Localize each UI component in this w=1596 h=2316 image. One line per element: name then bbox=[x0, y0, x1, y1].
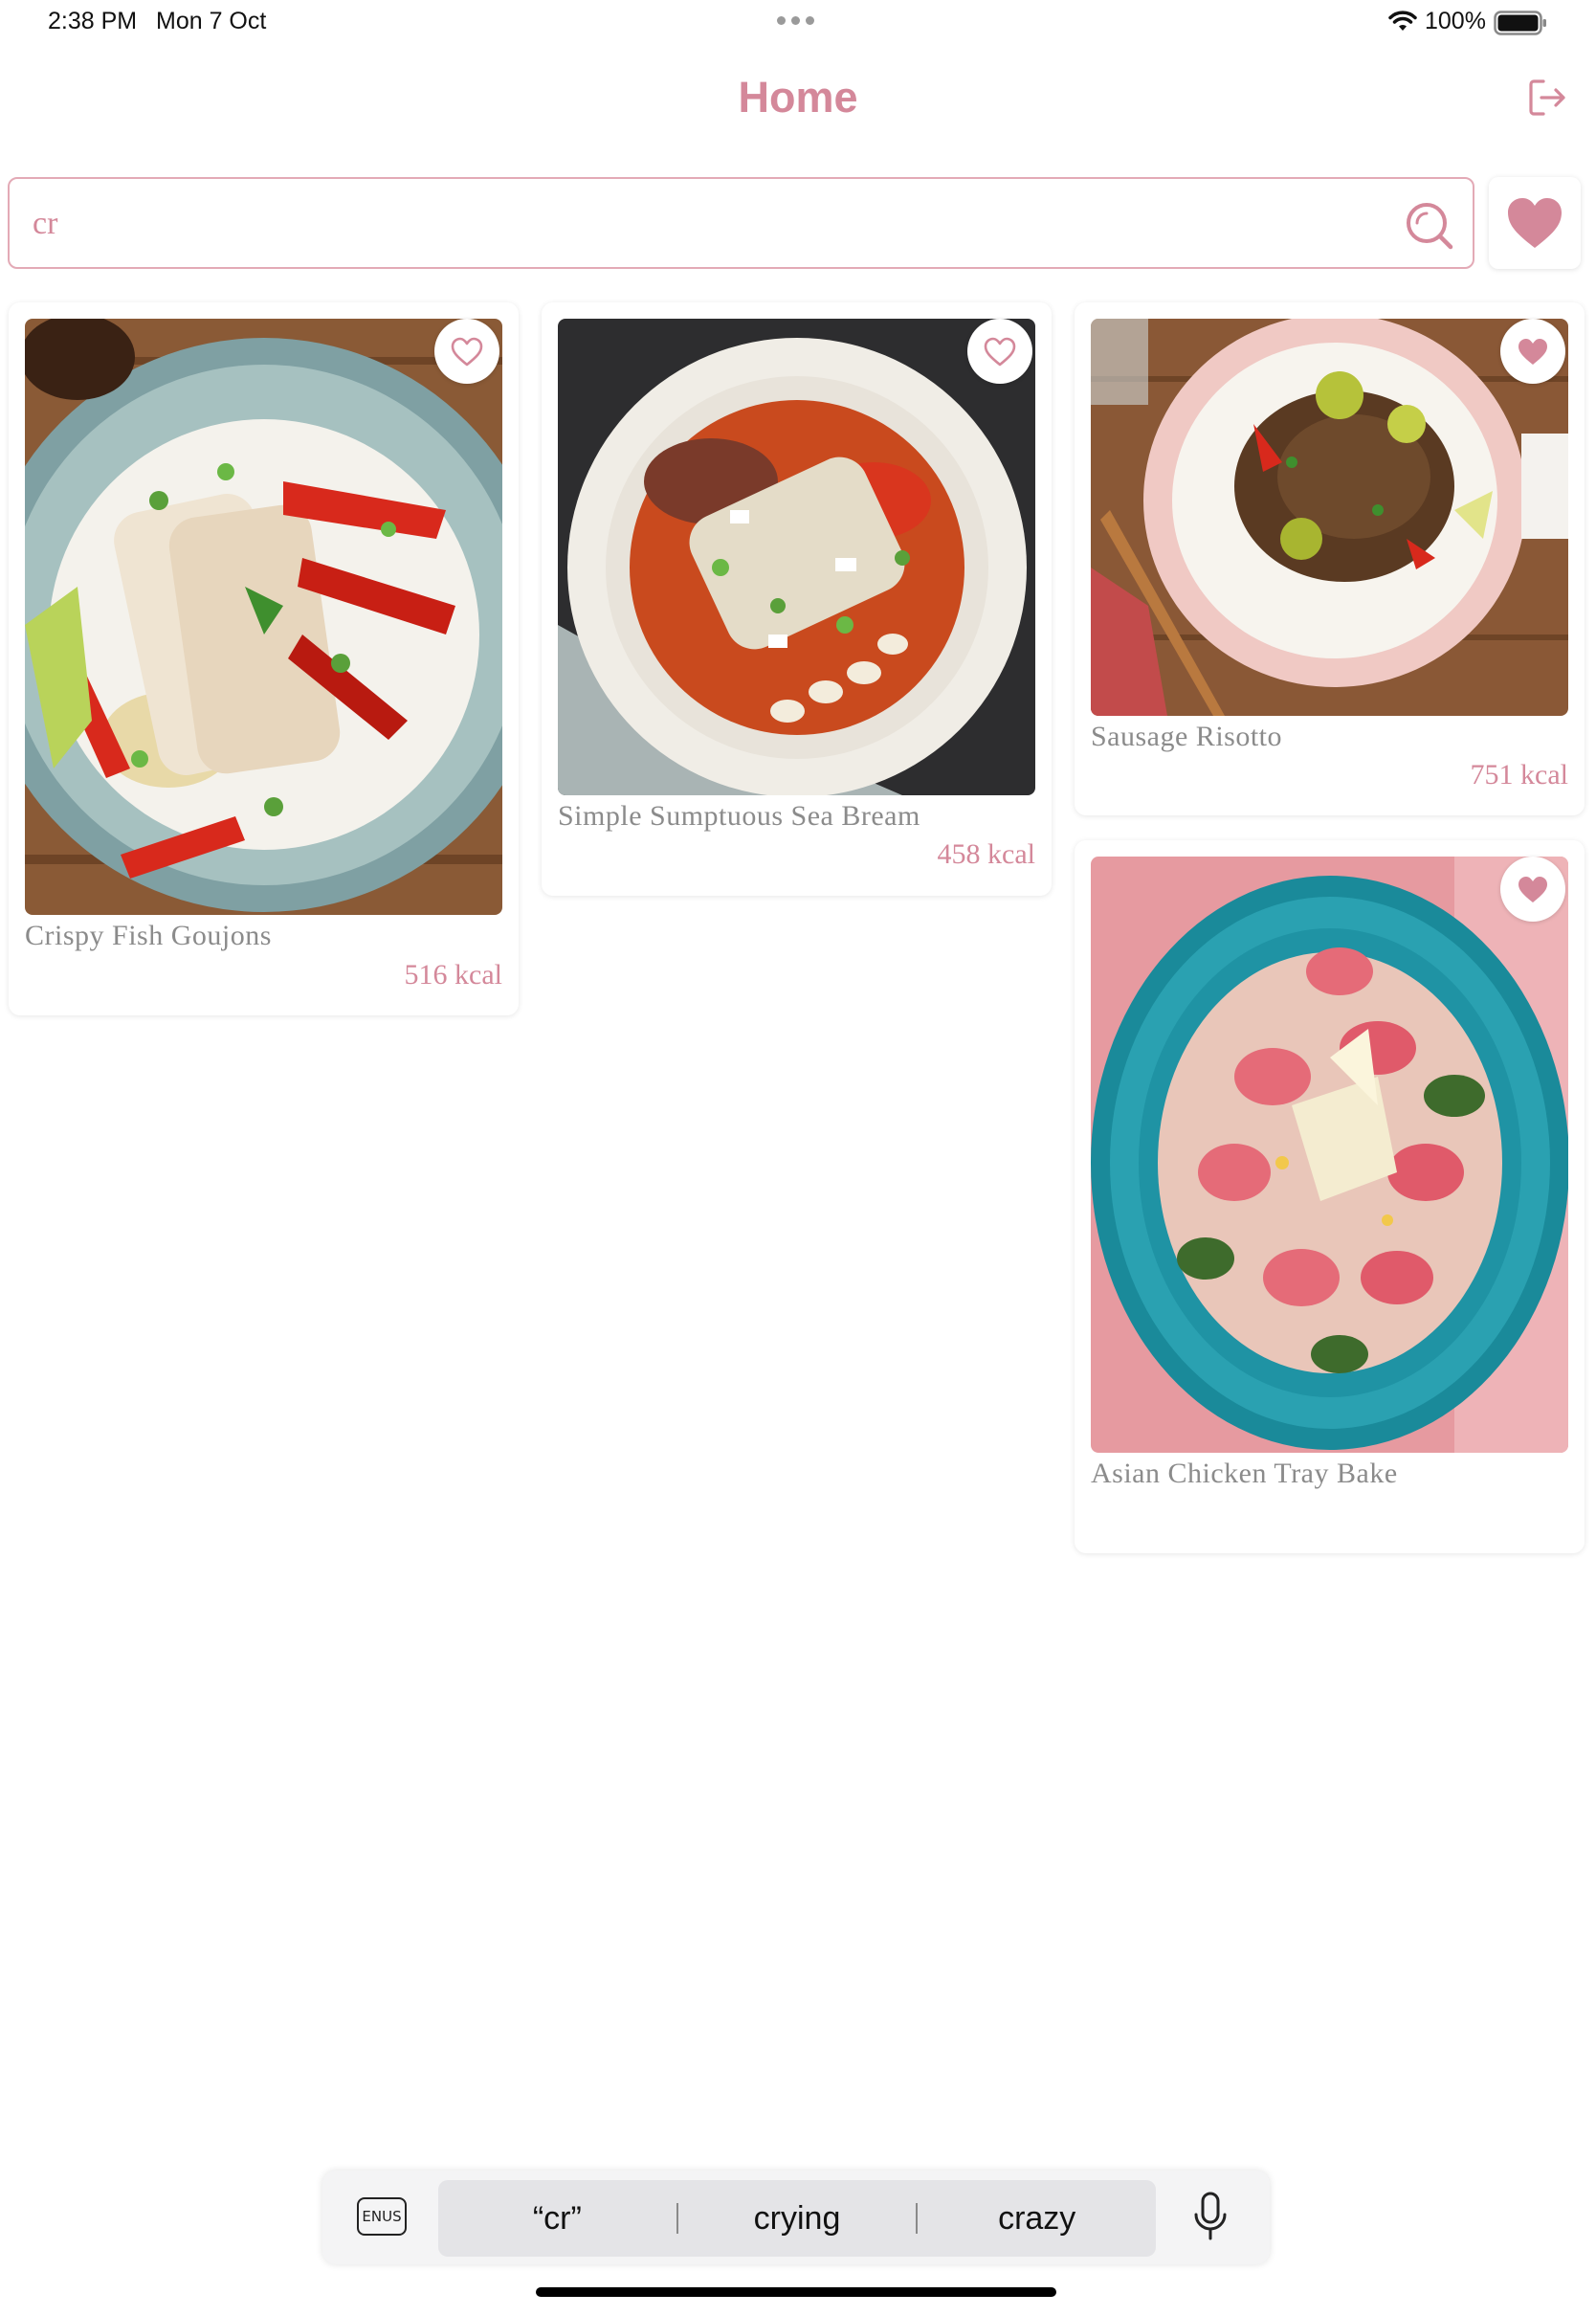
recipe-image bbox=[1091, 319, 1568, 716]
status-bar: 2:38 PM Mon 7 Oct 100% bbox=[0, 0, 1596, 46]
wifi-icon bbox=[1388, 11, 1417, 31]
suggestion-word[interactable]: crying bbox=[678, 2180, 917, 2257]
recipe-kcal: 516 kcal bbox=[404, 959, 502, 991]
suggestion-word[interactable]: crazy bbox=[918, 2180, 1156, 2257]
suggestion-literal[interactable]: “cr” bbox=[438, 2180, 676, 2257]
microphone-icon[interactable] bbox=[1191, 2192, 1230, 2241]
recipe-image bbox=[1091, 857, 1568, 1453]
recipe-kcal: 458 kcal bbox=[937, 838, 1035, 870]
favorites-filter-button[interactable] bbox=[1489, 177, 1581, 269]
recipe-card[interactable]: Simple Sumptuous Sea Bream 458 kcal bbox=[542, 302, 1052, 896]
recipe-image bbox=[558, 319, 1035, 795]
recipe-card[interactable]: Asian Chicken Tray Bake bbox=[1075, 840, 1585, 1553]
battery-percentage: 100% bbox=[1425, 8, 1486, 34]
multitasking-dots-icon[interactable] bbox=[777, 16, 814, 25]
keyboard-suggestion-bar: ENUS “cr” crying crazy bbox=[322, 2171, 1270, 2264]
heart-outline-icon bbox=[984, 337, 1016, 367]
heart-filled-icon bbox=[1518, 877, 1547, 902]
status-time: 2:38 PM bbox=[48, 8, 138, 34]
recipe-kcal: 751 kcal bbox=[1470, 759, 1568, 791]
favorite-toggle[interactable] bbox=[967, 319, 1032, 384]
keyboard-language-button[interactable]: ENUS bbox=[357, 2197, 407, 2236]
favorite-toggle[interactable] bbox=[434, 319, 499, 384]
favorite-toggle[interactable] bbox=[1500, 319, 1565, 384]
heart-filled-icon bbox=[1518, 339, 1547, 365]
recipe-title: Simple Sumptuous Sea Bream bbox=[558, 800, 920, 832]
search-box[interactable] bbox=[8, 177, 1474, 269]
search-input[interactable] bbox=[31, 196, 1355, 252]
recipe-image bbox=[25, 319, 502, 915]
status-date: Mon 7 Oct bbox=[156, 8, 267, 34]
logout-icon[interactable] bbox=[1526, 77, 1568, 119]
page-title: Home bbox=[738, 73, 858, 122]
home-indicator[interactable] bbox=[536, 2287, 1056, 2297]
heart-outline-icon bbox=[451, 337, 483, 367]
recipe-title: Asian Chicken Tray Bake bbox=[1091, 1458, 1398, 1489]
battery-icon bbox=[1494, 11, 1546, 35]
search-icon[interactable] bbox=[1404, 200, 1455, 252]
recipe-card[interactable]: Crispy Fish Goujons 516 kcal bbox=[9, 302, 519, 1015]
recipe-card[interactable]: Sausage Risotto 751 kcal bbox=[1075, 302, 1585, 815]
favorite-toggle[interactable] bbox=[1500, 857, 1565, 922]
heart-filled-icon bbox=[1508, 198, 1562, 248]
recipe-title: Crispy Fish Goujons bbox=[25, 920, 272, 951]
suggestion-group: “cr” crying crazy bbox=[438, 2180, 1156, 2257]
recipe-title: Sausage Risotto bbox=[1091, 721, 1282, 752]
